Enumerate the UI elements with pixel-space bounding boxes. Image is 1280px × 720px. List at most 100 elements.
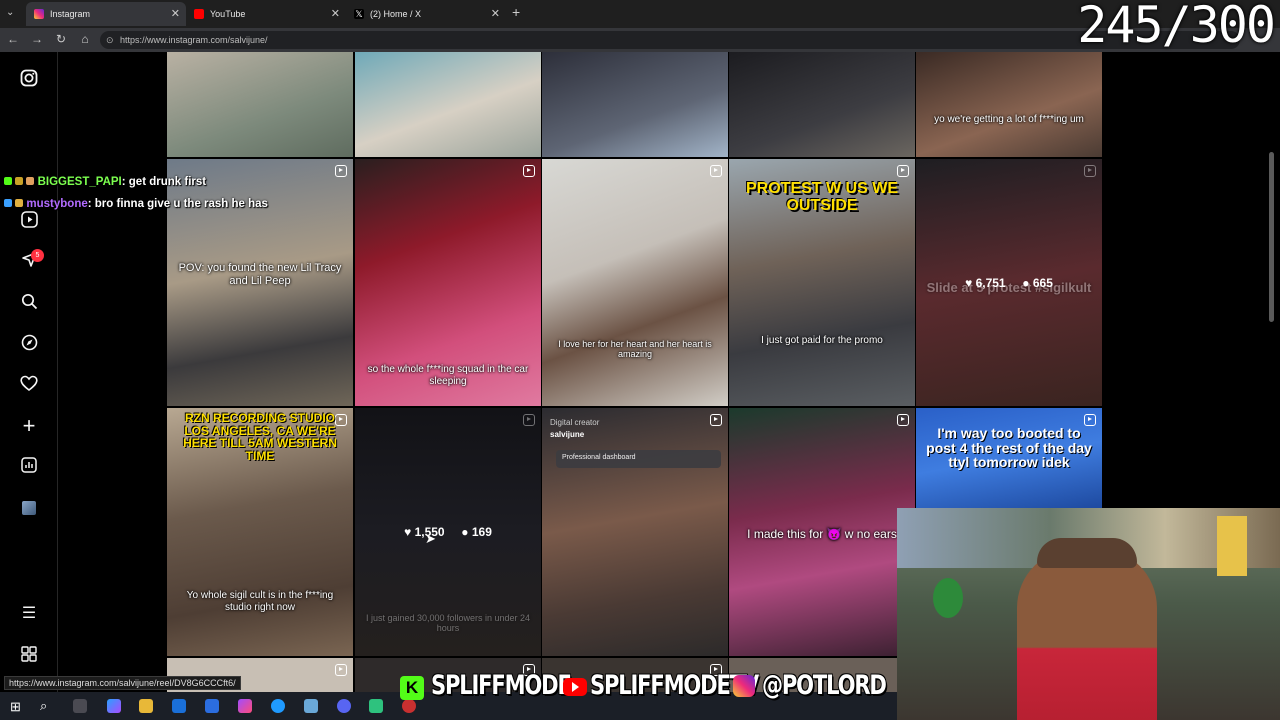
post-title-overlay: I'm way too booted to post 4 the rest of… [926,425,1092,471]
tab-instagram[interactable]: Instagram ✕ [26,2,186,26]
dashboard-icon[interactable] [19,457,39,477]
post-tile[interactable]: I'm way too booted to post 4 the rest of… [916,408,1102,508]
instagram-logo-icon[interactable] [19,69,39,89]
post-caption: so the whole f***ing squad in the car sl… [367,364,529,387]
reel-icon [335,165,347,177]
post-tile[interactable] [167,52,353,157]
page-scrollbar[interactable] [1269,152,1274,322]
close-tab-icon[interactable]: ✕ [171,7,180,20]
create-plus-icon[interactable]: + [19,415,39,437]
site-info-icon[interactable]: ⊙ [106,31,114,49]
chat-badge-icon [26,177,35,185]
comment-count: 665 [1032,276,1053,290]
streamer-figure [1017,548,1157,720]
post-tile-hovered[interactable]: Slide at 5 protest #sigilkult ♥ 6,751 ● … [916,159,1102,406]
task-view-icon[interactable] [73,699,87,713]
post-tile[interactable] [542,52,728,157]
streamer-webcam [897,508,1280,720]
streamer-head [1037,538,1137,568]
instagram-logo-icon [733,675,755,697]
taskbar-search-icon[interactable]: ⌕ [40,698,47,714]
post-caption: I love her for her heart and her heart i… [558,339,712,360]
file-explorer-icon[interactable] [139,699,153,713]
chat-message: BIGGEST_PAPI: get drunk first [4,176,206,188]
reels-icon[interactable] [19,211,39,231]
tab-list-dropdown-icon[interactable]: ⌄ [6,7,14,18]
explore-icon[interactable] [19,334,39,354]
post-caption: I made this for 😈 w no ears [747,527,897,541]
tab-youtube[interactable]: YouTube ✕ [186,2,346,26]
mail-icon[interactable] [172,699,186,713]
copilot-icon[interactable] [107,699,121,713]
tab-title: Instagram [50,9,91,19]
mouse-cursor-icon: ➤ [425,531,436,546]
post-title-overlay: RZN RECORDING STUDIO LOS ANGELES, CA WE'… [183,411,337,463]
like-heart-icon: ♥ [965,276,973,290]
post-tile[interactable]: so the whole f***ing squad in the car sl… [355,159,541,406]
chat-username: mustybone [26,198,88,210]
chat-badge-icon [15,177,24,185]
chat-badge-icon [15,199,24,207]
url-input[interactable]: ⊙ https://www.instagram.com/salvijune/ [100,31,1240,49]
post-tile[interactable] [729,52,915,157]
heart-icon[interactable] [19,375,39,395]
post-tile[interactable]: RZN RECORDING STUDIO LOS ANGELES, CA WE'… [167,408,353,656]
comment-bubble-icon: ● [461,525,469,539]
forward-icon[interactable]: → [29,32,45,46]
profile-avatar[interactable] [19,498,39,518]
post-tile-hovered[interactable]: ♥ 1,550 ● 169 I just gained 30,000 follo… [355,408,541,656]
post-stats: ♥ 1,550 ● 169 [355,525,541,539]
tab-title: YouTube [210,9,246,19]
x-favicon-icon: 𝕏 [354,9,364,19]
post-tile[interactable]: PROTEST W US WE OUTSIDE I just got paid … [729,159,915,406]
reel-icon [710,165,722,177]
store-icon[interactable] [205,699,219,713]
post-profile-handle: salvijune [550,430,585,439]
edge-icon[interactable] [271,699,285,713]
post-tile[interactable]: yo we're getting a lot of f***ing um [916,52,1102,157]
stream-counter: 245/300 [1077,0,1276,54]
like-count: 6,751 [975,276,1006,290]
post-tile[interactable]: I love her for her heart and her heart i… [542,159,728,406]
reel-icon [897,165,909,177]
close-tab-icon[interactable]: ✕ [331,7,340,20]
reel-icon [335,664,347,676]
post-tile[interactable]: I made this for 😈 w no ears [729,408,915,656]
post-stats: ♥ 6,751 ● 665 [916,276,1102,290]
home-icon[interactable]: ⌂ [77,32,93,46]
chat-badge-icon [4,199,12,207]
sidebar-nav: 5 + ☰ [0,52,58,692]
post-caption: POV: you found the new Lil Tracy and Lil… [178,262,342,287]
tab-x[interactable]: 𝕏 (2) Home / X ✕ [346,2,506,26]
windows-start-icon[interactable]: ⊞ [10,699,21,715]
post-tile[interactable] [355,52,541,157]
webcam-decor [1217,516,1247,576]
reel-icon [897,414,909,426]
reel-icon [523,414,535,426]
app-icon[interactable] [369,699,383,713]
kick-logo-icon: K [400,676,424,700]
menu-icon[interactable]: ☰ [19,604,39,624]
close-tab-icon[interactable]: ✕ [491,7,500,20]
new-tab-icon[interactable]: + [512,4,520,20]
reel-icon [523,165,535,177]
back-icon[interactable]: ← [5,32,21,46]
search-icon[interactable] [19,293,39,313]
comment-count: 169 [471,525,492,539]
app-icon[interactable] [238,699,252,713]
obs-icon[interactable] [402,699,416,713]
chat-message: mustybone: bro finna give u the rash he … [4,198,268,210]
chat-text: : bro finna give u the rash he has [87,198,268,210]
discord-icon[interactable] [337,699,351,713]
app-icon[interactable] [304,699,318,713]
reel-icon [1084,165,1096,177]
chat-badge-icon [4,177,12,185]
banner-instagram-handle: @POTLORD [762,670,887,701]
post-caption: Yo whole sigil cult is in the f***ing st… [186,590,334,613]
reload-icon[interactable]: ↻ [53,32,69,46]
post-tile[interactable]: Digital creator salvijune Professional d… [542,408,728,656]
post-tile[interactable]: POV: you found the new Lil Tracy and Lil… [167,159,353,406]
reel-icon [710,414,722,426]
reel-icon [1084,414,1096,426]
more-apps-icon[interactable] [19,646,39,666]
